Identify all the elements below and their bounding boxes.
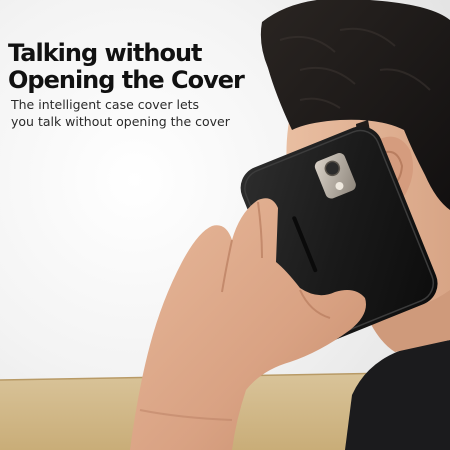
product-photo: Talking without Opening the Cover The in… <box>0 0 450 450</box>
subheadline-line-2: you talk without opening the cover <box>11 114 230 129</box>
headline-line-2: Opening the Cover <box>8 66 245 94</box>
headline-line-1: Talking without <box>8 39 203 67</box>
subheadline-line-1: The intelligent case cover lets <box>11 97 200 112</box>
headline: Talking without Opening the Cover <box>8 39 245 94</box>
subheadline: The intelligent case cover lets you talk… <box>11 96 230 130</box>
